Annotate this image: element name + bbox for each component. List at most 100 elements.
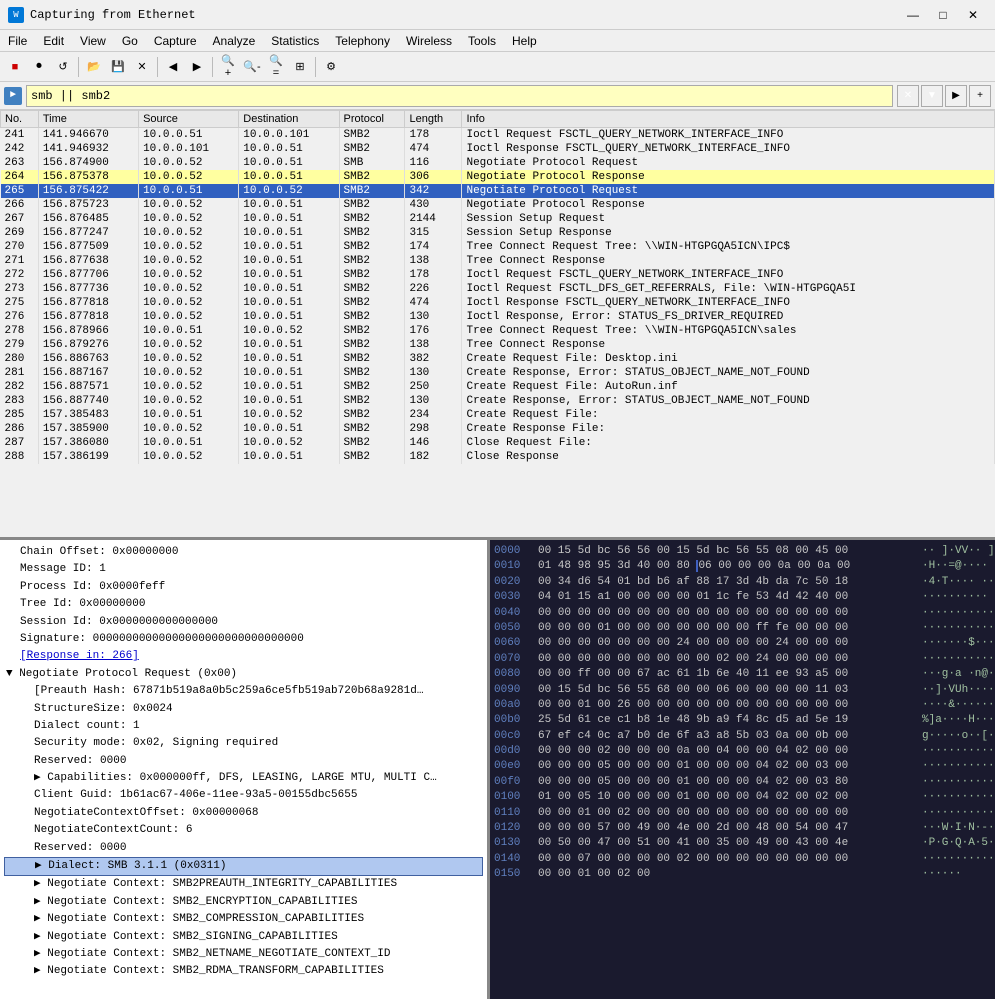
table-row[interactable]: 288157.38619910.0.0.5210.0.0.51SMB2182Cl… <box>1 450 995 464</box>
table-cell: 283 <box>1 394 39 408</box>
table-row[interactable]: 265156.87542210.0.0.5110.0.0.52SMB2342Ne… <box>1 184 995 198</box>
hex-bytes: 00 00 01 00 26 00 00 00 00 00 00 00 00 0… <box>538 698 918 713</box>
menu-go[interactable]: Go <box>114 32 146 50</box>
table-row[interactable]: 287157.38608010.0.0.5110.0.0.52SMB2146Cl… <box>1 436 995 450</box>
table-cell: SMB2 <box>339 142 405 156</box>
hex-ascii: ······ <box>922 867 962 882</box>
table-cell: 157.385900 <box>38 422 138 436</box>
filter-bookmark-button[interactable]: ▼ <box>921 85 943 107</box>
table-row[interactable]: 275156.87781810.0.0.5210.0.0.51SMB2474Io… <box>1 296 995 310</box>
minimize-button[interactable]: — <box>899 3 927 27</box>
filter-clear-button[interactable]: ✕ <box>897 85 919 107</box>
open-file-button[interactable]: 📂 <box>83 56 105 78</box>
detail-pane[interactable]: Chain Offset: 0x00000000Message ID: 1Pro… <box>0 540 490 999</box>
detail-line[interactable]: [Response in: 266] <box>4 648 483 665</box>
hex-pane[interactable]: 000000 15 5d bc 56 56 00 15 5d bc 56 55 … <box>490 540 995 999</box>
table-row[interactable]: 266156.87572310.0.0.5210.0.0.51SMB2430Ne… <box>1 198 995 212</box>
stop-capture-button[interactable]: ■ <box>4 56 26 78</box>
hex-line: 009000 15 5d bc 56 55 68 00 00 06 00 00 … <box>494 683 991 698</box>
filter-arrow-button[interactable]: ▶ <box>945 85 967 107</box>
hex-bytes: 00 15 5d bc 56 55 68 00 00 06 00 00 00 0… <box>538 683 918 698</box>
table-cell: 281 <box>1 366 39 380</box>
table-row[interactable]: 264156.87537810.0.0.5210.0.0.51SMB2306Ne… <box>1 170 995 184</box>
hex-ascii: g·····o··[····· <box>922 729 995 744</box>
zoom-reset-button[interactable]: 🔍= <box>265 56 287 78</box>
menu-wireless[interactable]: Wireless <box>398 32 460 50</box>
title-left: W Capturing from Ethernet <box>8 7 196 23</box>
table-row[interactable]: 285157.38548310.0.0.5110.0.0.52SMB2234Cr… <box>1 408 995 422</box>
forward-button[interactable]: ▶ <box>186 56 208 78</box>
menu-telephony[interactable]: Telephony <box>327 32 398 50</box>
close-button[interactable]: ✕ <box>959 3 987 27</box>
table-cell: 10.0.0.51 <box>239 394 339 408</box>
table-row[interactable]: 241141.94667010.0.0.5110.0.0.101SMB2178I… <box>1 128 995 143</box>
table-row[interactable]: 286157.38590010.0.0.5210.0.0.51SMB2298Cr… <box>1 422 995 436</box>
table-row[interactable]: 282156.88757110.0.0.5210.0.0.51SMB2250Cr… <box>1 380 995 394</box>
table-row[interactable]: 280156.88676310.0.0.5210.0.0.51SMB2382Cr… <box>1 352 995 366</box>
table-cell: 287 <box>1 436 39 450</box>
detail-line[interactable]: ▼ Negotiate Protocol Request (0x00) <box>4 666 483 683</box>
table-cell: Session Setup Request <box>462 212 995 226</box>
menu-file[interactable]: File <box>0 32 35 50</box>
hex-bytes: 00 00 00 02 00 00 00 0a 00 04 00 00 04 0… <box>538 744 918 759</box>
capture-options-button[interactable]: ⚙ <box>320 56 342 78</box>
col-info: Info <box>462 111 995 128</box>
title-controls: — □ ✕ <box>899 3 987 27</box>
table-row[interactable]: 273156.87773610.0.0.5210.0.0.51SMB2226Io… <box>1 282 995 296</box>
menu-capture[interactable]: Capture <box>146 32 205 50</box>
table-cell: 10.0.0.51 <box>139 128 239 143</box>
table-row[interactable]: 242141.94693210.0.0.10110.0.0.51SMB2474I… <box>1 142 995 156</box>
table-row[interactable]: 271156.87763810.0.0.5210.0.0.51SMB2138Tr… <box>1 254 995 268</box>
resize-columns-button[interactable]: ⊞ <box>289 56 311 78</box>
back-button[interactable]: ◀ <box>162 56 184 78</box>
table-row[interactable]: 279156.87927610.0.0.5210.0.0.51SMB2138Tr… <box>1 338 995 352</box>
menu-statistics[interactable]: Statistics <box>263 32 327 50</box>
hex-line: 002000 34 d6 54 01 bd b6 af 88 17 3d 4b … <box>494 575 991 590</box>
zoom-out-button[interactable]: 🔍- <box>241 56 263 78</box>
table-row[interactable]: 276156.87781810.0.0.5210.0.0.51SMB2130Io… <box>1 310 995 324</box>
filter-apply-icon[interactable]: ► <box>4 87 22 105</box>
table-cell: SMB2 <box>339 212 405 226</box>
zoom-in-button[interactable]: 🔍+ <box>217 56 239 78</box>
close-file-button[interactable]: ✕ <box>131 56 153 78</box>
menu-tools[interactable]: Tools <box>460 32 504 50</box>
save-file-button[interactable]: 💾 <box>107 56 129 78</box>
toolbar-separator-4 <box>315 57 316 77</box>
table-cell: 156.877736 <box>38 282 138 296</box>
table-cell: 10.0.0.51 <box>239 282 339 296</box>
table-cell: Close Request File: <box>462 436 995 450</box>
filter-expand-button[interactable]: + <box>969 85 991 107</box>
hex-ascii: ···g·a ·n@····· <box>922 667 995 682</box>
table-row[interactable]: 270156.87750910.0.0.5210.0.0.51SMB2174Tr… <box>1 240 995 254</box>
col-length: Length <box>405 111 462 128</box>
table-cell: Ioctl Request FSCTL_DFS_GET_REFERRALS, F… <box>462 282 995 296</box>
table-row[interactable]: 263156.87490010.0.0.5210.0.0.51SMB116Neg… <box>1 156 995 170</box>
menu-view[interactable]: View <box>72 32 114 50</box>
table-cell: 10.0.0.51 <box>239 338 339 352</box>
hex-ascii: ················ <box>922 759 995 774</box>
start-capture-button[interactable]: ⏺ <box>28 56 50 78</box>
table-cell: SMB2 <box>339 170 405 184</box>
table-row[interactable]: 267156.87648510.0.0.5210.0.0.51SMB22144S… <box>1 212 995 226</box>
table-cell: 10.0.0.51 <box>139 184 239 198</box>
table-cell: 234 <box>405 408 462 422</box>
table-cell: 10.0.0.51 <box>139 408 239 422</box>
table-row[interactable]: 281156.88716710.0.0.5210.0.0.51SMB2130Cr… <box>1 366 995 380</box>
table-cell: Ioctl Request FSCTL_QUERY_NETWORK_INTERF… <box>462 128 995 143</box>
restart-capture-button[interactable]: ↺ <box>52 56 74 78</box>
menu-edit[interactable]: Edit <box>35 32 72 50</box>
col-protocol: Protocol <box>339 111 405 128</box>
menu-analyze[interactable]: Analyze <box>205 32 264 50</box>
table-row[interactable]: 269156.87724710.0.0.5210.0.0.51SMB2315Se… <box>1 226 995 240</box>
packet-list-scroll[interactable]: No. Time Source Destination Protocol Len… <box>0 110 995 540</box>
table-cell: 270 <box>1 240 39 254</box>
table-row[interactable]: 272156.87770610.0.0.5210.0.0.51SMB2178Io… <box>1 268 995 282</box>
table-row[interactable]: 283156.88774010.0.0.5210.0.0.51SMB2130Cr… <box>1 394 995 408</box>
menu-help[interactable]: Help <box>504 32 545 50</box>
filter-input[interactable] <box>26 85 893 107</box>
table-cell: Close Response <box>462 450 995 464</box>
table-row[interactable]: 278156.87896610.0.0.5110.0.0.52SMB2176Tr… <box>1 324 995 338</box>
maximize-button[interactable]: □ <box>929 3 957 27</box>
hex-line: 007000 00 00 00 00 00 00 00 00 02 00 24 … <box>494 652 991 667</box>
table-cell: 265 <box>1 184 39 198</box>
